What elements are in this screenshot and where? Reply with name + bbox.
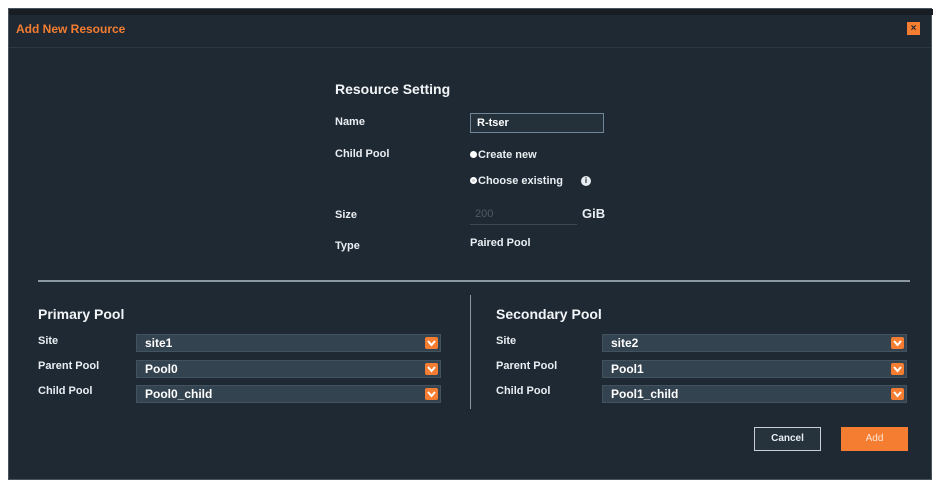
choose-existing-radio[interactable]: [470, 177, 477, 184]
primary-parent-pool-label: Parent Pool: [38, 360, 100, 372]
primary-site-label: Site: [38, 335, 59, 347]
title-divider: [9, 47, 931, 48]
dialog-title: Add New Resource: [16, 22, 126, 36]
secondary-pool-heading: Secondary Pool: [496, 306, 602, 322]
chevron-down-icon[interactable]: [891, 363, 904, 375]
pool-column-divider: [470, 295, 471, 409]
size-unit: GiB: [582, 206, 606, 221]
name-input[interactable]: [470, 113, 604, 133]
chevron-down-icon[interactable]: [891, 337, 904, 349]
size-input[interactable]: 200: [470, 205, 577, 225]
secondary-child-pool-label: Child Pool: [496, 385, 551, 397]
chevron-down-icon[interactable]: [425, 337, 438, 349]
choose-existing-label[interactable]: Choose existing: [478, 175, 563, 187]
add-button[interactable]: Add: [841, 427, 908, 451]
resource-setting-heading: Resource Setting: [335, 81, 451, 97]
primary-parent-pool-value: Pool0: [145, 362, 178, 376]
chevron-down-icon[interactable]: [425, 388, 438, 400]
section-divider: [38, 280, 910, 282]
secondary-parent-pool-label: Parent Pool: [496, 360, 558, 372]
secondary-site-value: site2: [611, 336, 639, 350]
secondary-site-select[interactable]: site2: [602, 334, 907, 352]
size-label: Size: [335, 209, 358, 221]
primary-pool-heading: Primary Pool: [38, 306, 125, 322]
info-icon[interactable]: i: [581, 176, 591, 186]
primary-child-pool-select[interactable]: Pool0_child: [136, 385, 441, 403]
close-icon[interactable]: ×: [907, 22, 920, 35]
primary-child-pool-value: Pool0_child: [145, 387, 213, 401]
dialog-top-strip: [9, 9, 933, 15]
secondary-parent-pool-value: Pool1: [611, 362, 644, 376]
chevron-down-icon[interactable]: [891, 388, 904, 400]
cancel-button[interactable]: Cancel: [754, 427, 821, 451]
secondary-child-pool-select[interactable]: Pool1_child: [602, 385, 907, 403]
name-label: Name: [335, 116, 365, 128]
create-new-label[interactable]: Create new: [478, 149, 537, 161]
secondary-child-pool-value: Pool1_child: [611, 387, 679, 401]
type-value: Paired Pool: [470, 237, 531, 249]
primary-child-pool-label: Child Pool: [38, 385, 93, 397]
primary-site-select[interactable]: site1: [136, 334, 441, 352]
secondary-site-label: Site: [496, 335, 517, 347]
child-pool-label: Child Pool: [335, 148, 390, 160]
add-resource-dialog: Add New Resource × Resource Setting Name…: [8, 8, 933, 480]
type-label: Type: [335, 240, 360, 252]
chevron-down-icon[interactable]: [425, 363, 438, 375]
primary-site-value: site1: [145, 336, 173, 350]
secondary-parent-pool-select[interactable]: Pool1: [602, 360, 907, 378]
create-new-radio[interactable]: [470, 151, 477, 158]
primary-parent-pool-select[interactable]: Pool0: [136, 360, 441, 378]
